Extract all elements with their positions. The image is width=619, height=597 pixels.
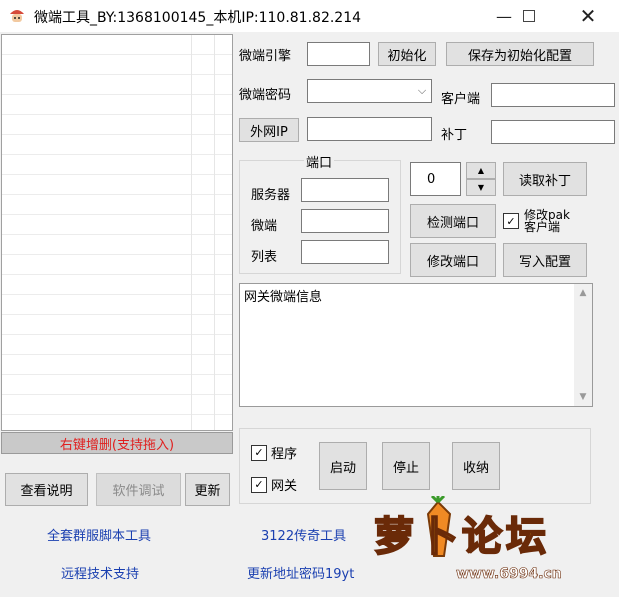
spinner-value: 0 xyxy=(427,171,436,187)
spinner-down-button[interactable]: ▼ xyxy=(466,179,496,196)
program-checkbox-row[interactable]: ✓ 程序 xyxy=(251,443,297,462)
view-help-button[interactable]: 查看说明 xyxy=(5,473,88,506)
list-footer: 右键增删(支持拖入) xyxy=(1,432,233,454)
read-patch-button[interactable]: 读取补丁 xyxy=(503,162,587,196)
tray-button[interactable]: 收纳 xyxy=(452,442,500,490)
external-ip-input[interactable] xyxy=(307,117,432,141)
gateway-label: 网关 xyxy=(271,479,298,494)
scroll-down-icon: ▼ xyxy=(579,392,587,402)
software-debug-button[interactable]: 软件调试 xyxy=(96,473,181,506)
spinner-up-button[interactable]: ▲ xyxy=(466,162,496,179)
server-port-input[interactable] xyxy=(301,178,389,202)
scroll-up-icon: ▲ xyxy=(579,288,587,298)
maximize-icon xyxy=(523,10,535,22)
patch-input[interactable] xyxy=(491,120,615,144)
tools-3122-link[interactable]: 3122传奇工具 xyxy=(261,525,346,544)
refresh-button[interactable]: 更新 xyxy=(185,473,230,506)
patch-label: 补丁 xyxy=(441,128,468,143)
modify-port-button[interactable]: 修改端口 xyxy=(410,243,496,277)
modify-pak-checkbox-row[interactable]: ✓ 修改pak 客户端 xyxy=(503,204,603,238)
program-checkbox[interactable]: ✓ xyxy=(251,444,267,461)
micro-port-input[interactable] xyxy=(301,209,389,233)
password-label: 微端密码 xyxy=(239,88,292,103)
watermark-brand: 萝卜论坛 xyxy=(373,513,550,561)
check-icon: ✓ xyxy=(254,478,264,491)
server-port-label: 服务器 xyxy=(251,188,291,203)
full-set-tools-link[interactable]: 全套群服脚本工具 xyxy=(47,525,151,544)
close-icon: ✕ xyxy=(579,4,597,28)
client-input[interactable] xyxy=(491,83,615,107)
window-title: 微端工具_BY:1368100145_本机IP:110.81.82.214 xyxy=(34,10,362,26)
check-icon: ✓ xyxy=(254,446,264,459)
info-text: 网关微端信息 xyxy=(244,290,323,305)
write-config-button[interactable]: 写入配置 xyxy=(503,243,587,277)
save-init-config-button[interactable]: 保存为初始化配置 xyxy=(446,42,594,66)
engine-input[interactable] xyxy=(307,42,370,66)
spinner-input[interactable]: 0 xyxy=(410,162,461,196)
remote-support-link[interactable]: 远程技术支持 xyxy=(61,563,139,582)
start-button[interactable]: 启动 xyxy=(319,442,367,490)
watermark-url: www.6994.cn xyxy=(456,566,562,583)
program-label: 程序 xyxy=(271,447,298,462)
arrow-down-icon: ▼ xyxy=(477,183,485,192)
maximize-button[interactable] xyxy=(506,0,552,32)
check-port-button[interactable]: 检测端口 xyxy=(410,204,496,238)
client-label: 客户端 xyxy=(441,92,481,107)
check-icon: ✓ xyxy=(506,214,516,228)
list-port-label: 列表 xyxy=(251,250,278,265)
server-list[interactable] xyxy=(1,34,233,431)
close-button[interactable]: ✕ xyxy=(565,0,611,32)
info-scrollbar[interactable]: ▲ ▼ xyxy=(574,284,592,406)
engine-label: 微端引擎 xyxy=(239,49,292,64)
gateway-checkbox[interactable]: ✓ xyxy=(251,476,267,493)
modify-pak-checkbox[interactable]: ✓ xyxy=(503,213,519,229)
info-textarea[interactable]: 网关微端信息 ▲ ▼ xyxy=(239,283,593,407)
watermark-logo: 萝卜论坛 xyxy=(368,494,584,562)
ports-group-title: 端口 xyxy=(304,152,335,171)
external-ip-button[interactable]: 外网IP xyxy=(239,118,299,142)
gateway-checkbox-row[interactable]: ✓ 网关 xyxy=(251,475,297,494)
modify-pak-label-line2: 客户端 xyxy=(524,220,561,234)
chevron-down-icon: ⌵ xyxy=(417,84,427,97)
init-button[interactable]: 初始化 xyxy=(378,42,436,66)
micro-port-label: 微端 xyxy=(251,219,278,234)
list-port-input[interactable] xyxy=(301,240,389,264)
stop-button[interactable]: 停止 xyxy=(382,442,430,490)
app-icon xyxy=(8,8,26,24)
password-select[interactable]: ⌵ xyxy=(307,79,432,103)
arrow-up-icon: ▲ xyxy=(477,166,485,175)
update-address-link[interactable]: 更新地址密码19yt xyxy=(247,563,354,582)
